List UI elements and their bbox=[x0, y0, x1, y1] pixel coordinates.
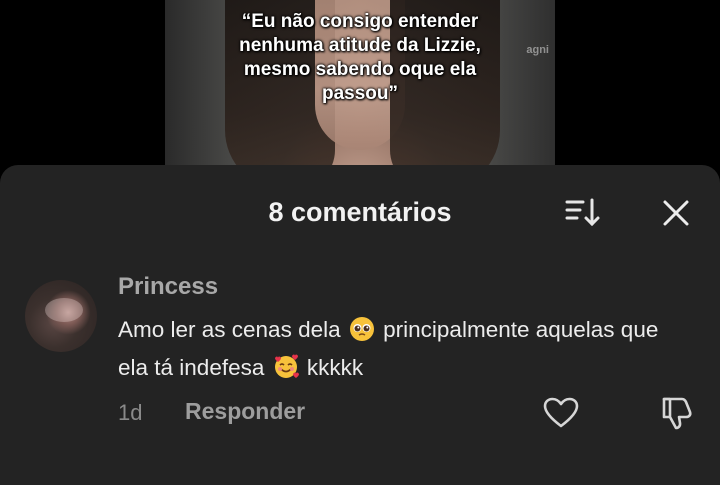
thumbs-down-icon[interactable] bbox=[658, 395, 694, 431]
video-caption: “Eu não consigo entender nenhuma atitude… bbox=[165, 10, 555, 106]
smiling-face-with-hearts-emoji-icon bbox=[273, 354, 299, 380]
comments-count-title: 8 comentários bbox=[268, 197, 452, 227]
sort-descending-icon[interactable] bbox=[564, 197, 602, 229]
comments-header: 8 comentários bbox=[0, 165, 720, 261]
comment-text: Amo ler as cenas dela principalmente aqu… bbox=[118, 311, 688, 387]
comments-sheet: 8 comentários Princess Amo ler as cenas … bbox=[0, 165, 720, 485]
avatar[interactable] bbox=[25, 280, 97, 352]
caption-line: nenhuma atitude da Lizzie, bbox=[239, 35, 481, 56]
comment-username[interactable]: Princess bbox=[118, 273, 218, 301]
avatar-image-detail bbox=[45, 298, 83, 322]
comment-item: Princess Amo ler as cenas dela principal… bbox=[0, 265, 720, 435]
video-frame[interactable]: “Eu não consigo entender nenhuma atitude… bbox=[165, 0, 555, 190]
close-icon[interactable] bbox=[660, 197, 692, 229]
comment-text-part: kkkkk bbox=[306, 355, 364, 380]
caption-line: mesmo sabendo oque ela bbox=[243, 59, 477, 80]
video-watermark: agni bbox=[526, 44, 549, 56]
comment-text-part: Amo ler as cenas dela bbox=[118, 317, 341, 342]
heart-outline-icon[interactable] bbox=[543, 397, 579, 429]
comment-timestamp: 1d bbox=[118, 400, 143, 425]
caption-line: “Eu não consigo entender bbox=[241, 11, 479, 32]
reply-button[interactable]: Responder bbox=[185, 398, 305, 425]
caption-line: passou” bbox=[321, 83, 399, 104]
pleading-face-emoji-icon bbox=[349, 316, 375, 342]
